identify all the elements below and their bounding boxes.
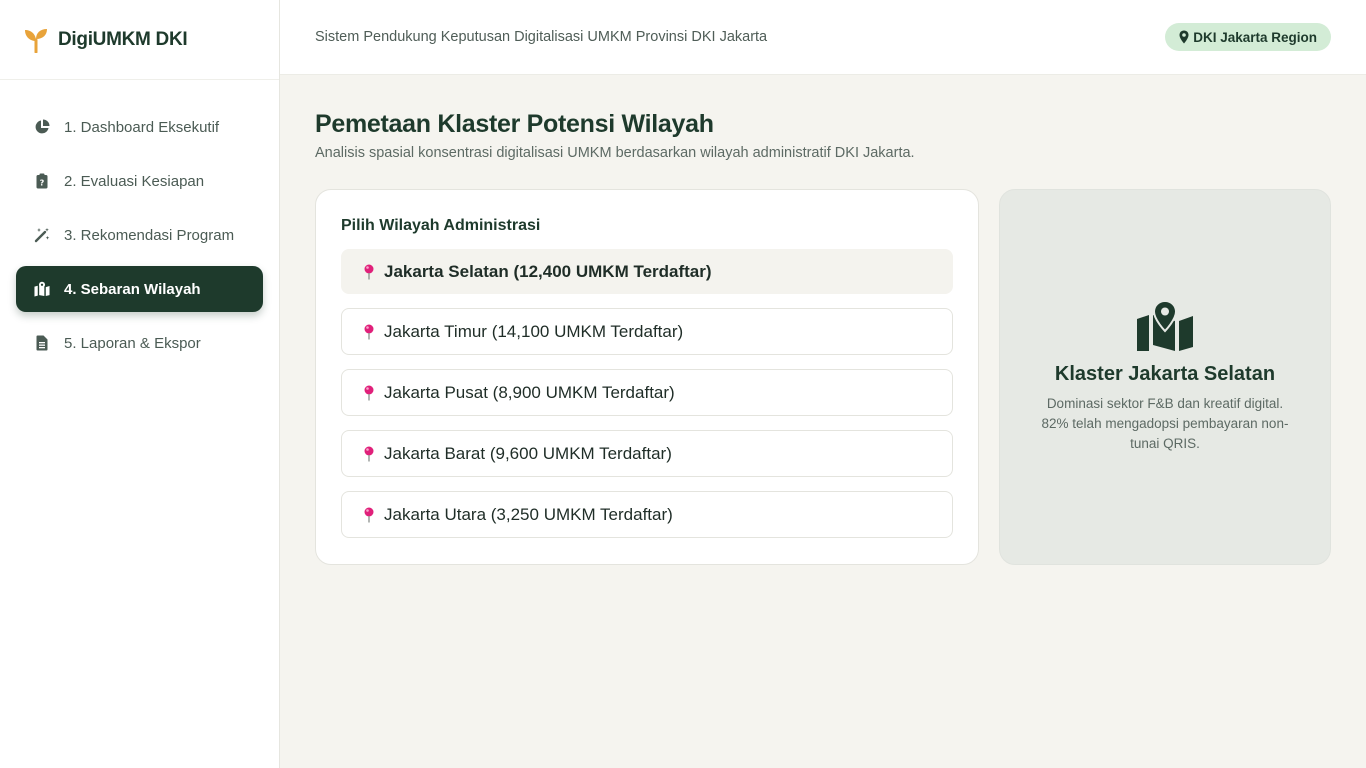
clipboard-icon: ? — [34, 173, 50, 189]
sidebar-item-dashboard[interactable]: 1. Dashboard Eksekutif — [16, 104, 263, 150]
content-row: Pilih Wilayah Administrasi Jakarta Selat… — [315, 189, 1331, 565]
region-item-jakarta-barat[interactable]: Jakarta Barat (9,600 UMKM Terdaftar) — [341, 430, 953, 477]
page-title: Pemetaan Klaster Potensi Wilayah — [315, 110, 714, 138]
region-item-jakarta-timur[interactable]: Jakarta Timur (14,100 UMKM Terdaftar) — [341, 308, 953, 355]
pushpin-icon — [362, 263, 376, 281]
pushpin-icon — [362, 323, 376, 341]
brand-name: DigiUMKM DKI — [58, 28, 188, 50]
sidebar-item-label: 2. Evaluasi Kesiapan — [64, 172, 205, 190]
region-item-label: Jakarta Selatan (12,400 UMKM Terdaftar) — [384, 261, 712, 281]
sprout-icon — [24, 27, 48, 53]
pushpin-icon — [362, 506, 376, 524]
sidebar-item-evaluasi[interactable]: ? 2. Evaluasi Kesiapan — [16, 158, 263, 204]
file-icon — [34, 335, 50, 351]
main-content: Pemetaan Klaster Potensi Wilayah Analisi… — [315, 110, 1331, 565]
sidebar-item-label: 5. Laporan & Ekspor — [64, 334, 201, 352]
pie-chart-icon — [34, 119, 50, 135]
region-item-jakarta-utara[interactable]: Jakarta Utara (3,250 UMKM Terdaftar) — [341, 491, 953, 538]
sidebar-item-label: 4. Sebaran Wilayah — [64, 280, 201, 298]
sidebar-item-rekomendasi[interactable]: 3. Rekomendasi Program — [16, 212, 263, 258]
region-list: Jakarta Selatan (12,400 UMKM Terdaftar) … — [341, 249, 953, 538]
sidebar-item-label: 1. Dashboard Eksekutif — [64, 118, 220, 136]
region-item-label: Jakarta Utara (3,250 UMKM Terdaftar) — [384, 504, 673, 524]
region-item-jakarta-selatan[interactable]: Jakarta Selatan (12,400 UMKM Terdaftar) — [341, 249, 953, 294]
region-item-label: Jakarta Pusat (8,900 UMKM Terdaftar) — [384, 382, 675, 402]
region-selector-title: Pilih Wilayah Administrasi — [341, 217, 541, 234]
page-subtitle: Analisis spasial konsentrasi digitalisas… — [315, 145, 915, 161]
header-title: Sistem Pendukung Keputusan Digitalisasi … — [315, 29, 768, 45]
map-marked-icon — [34, 281, 50, 297]
sidebar-item-sebaran[interactable]: 4. Sebaran Wilayah — [16, 266, 263, 312]
magic-wand-icon — [34, 227, 50, 243]
pushpin-icon — [362, 384, 376, 402]
region-item-jakarta-pusat[interactable]: Jakarta Pusat (8,900 UMKM Terdaftar) — [341, 369, 953, 416]
cluster-title: Klaster Jakarta Selatan — [1054, 362, 1276, 385]
map-location-icon — [1137, 300, 1193, 351]
cluster-description: Dominasi sektor F&B dan kreatif digital.… — [1041, 395, 1289, 451]
brand[interactable]: DigiUMKM DKI — [0, 0, 279, 80]
sidebar: DigiUMKM DKI 1. Dashboard Eksekutif ? 2.… — [0, 0, 280, 768]
region-item-label: Jakarta Timur (14,100 UMKM Terdaftar) — [384, 321, 684, 341]
pushpin-icon — [362, 445, 376, 463]
cluster-info-panel: Klaster Jakarta Selatan Dominasi sektor … — [999, 189, 1331, 565]
region-selector-card: Pilih Wilayah Administrasi Jakarta Selat… — [315, 189, 979, 565]
svg-text:?: ? — [40, 179, 45, 188]
sidebar-nav: 1. Dashboard Eksekutif ? 2. Evaluasi Kes… — [0, 80, 279, 390]
sidebar-item-label: 3. Rekomendasi Program — [64, 226, 235, 244]
region-item-label: Jakarta Barat (9,600 UMKM Terdaftar) — [384, 443, 672, 463]
top-header: Sistem Pendukung Keputusan Digitalisasi … — [280, 0, 1366, 75]
sidebar-item-laporan[interactable]: 5. Laporan & Ekspor — [16, 320, 263, 366]
map-pin-icon — [1179, 30, 1189, 44]
region-badge: DKI Jakarta Region — [1165, 23, 1331, 51]
region-badge-label: DKI Jakarta Region — [1193, 29, 1317, 45]
